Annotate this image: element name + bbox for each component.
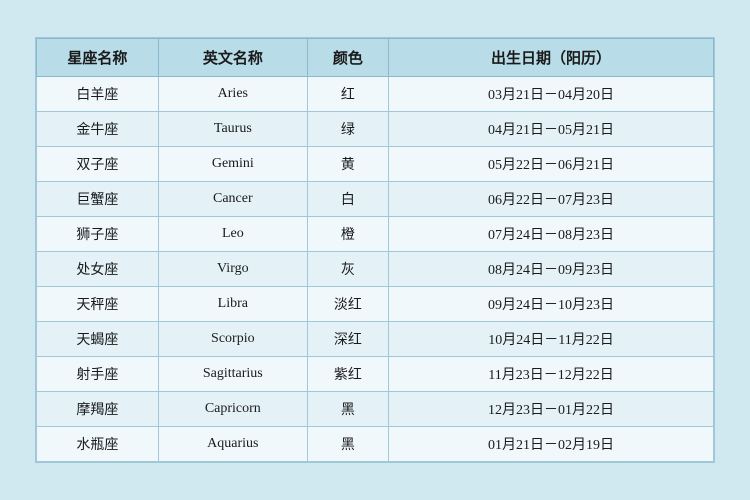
- cell-color: 绿: [307, 112, 388, 147]
- cell-english: Libra: [158, 287, 307, 322]
- cell-english: Capricorn: [158, 392, 307, 427]
- table-row: 狮子座Leo橙07月24日－08月23日: [37, 217, 714, 252]
- table-row: 双子座Gemini黄05月22日－06月21日: [37, 147, 714, 182]
- cell-chinese: 摩羯座: [37, 392, 159, 427]
- table-header-row: 星座名称 英文名称 颜色 出生日期（阳历）: [37, 39, 714, 77]
- cell-color: 紫红: [307, 357, 388, 392]
- cell-color: 黑: [307, 392, 388, 427]
- cell-english: Taurus: [158, 112, 307, 147]
- cell-date: 08月24日－09月23日: [389, 252, 714, 287]
- table-row: 白羊座Aries红03月21日－04月20日: [37, 77, 714, 112]
- cell-chinese: 白羊座: [37, 77, 159, 112]
- cell-date: 03月21日－04月20日: [389, 77, 714, 112]
- cell-date: 01月21日－02月19日: [389, 427, 714, 462]
- cell-date: 04月21日－05月21日: [389, 112, 714, 147]
- header-color: 颜色: [307, 39, 388, 77]
- cell-chinese: 金牛座: [37, 112, 159, 147]
- table-row: 金牛座Taurus绿04月21日－05月21日: [37, 112, 714, 147]
- cell-color: 灰: [307, 252, 388, 287]
- cell-color: 淡红: [307, 287, 388, 322]
- cell-date: 12月23日－01月22日: [389, 392, 714, 427]
- cell-color: 黑: [307, 427, 388, 462]
- cell-english: Sagittarius: [158, 357, 307, 392]
- table-row: 射手座Sagittarius紫红11月23日－12月22日: [37, 357, 714, 392]
- cell-chinese: 天蝎座: [37, 322, 159, 357]
- cell-color: 橙: [307, 217, 388, 252]
- zodiac-table-container: 星座名称 英文名称 颜色 出生日期（阳历） 白羊座Aries红03月21日－04…: [35, 37, 715, 463]
- cell-date: 06月22日－07月23日: [389, 182, 714, 217]
- cell-color: 白: [307, 182, 388, 217]
- zodiac-table: 星座名称 英文名称 颜色 出生日期（阳历） 白羊座Aries红03月21日－04…: [36, 38, 714, 462]
- header-english: 英文名称: [158, 39, 307, 77]
- header-date: 出生日期（阳历）: [389, 39, 714, 77]
- cell-chinese: 处女座: [37, 252, 159, 287]
- cell-english: Leo: [158, 217, 307, 252]
- cell-english: Gemini: [158, 147, 307, 182]
- cell-color: 深红: [307, 322, 388, 357]
- table-row: 摩羯座Capricorn黑12月23日－01月22日: [37, 392, 714, 427]
- table-row: 天蝎座Scorpio深红10月24日－11月22日: [37, 322, 714, 357]
- cell-color: 红: [307, 77, 388, 112]
- cell-chinese: 天秤座: [37, 287, 159, 322]
- table-row: 巨蟹座Cancer白06月22日－07月23日: [37, 182, 714, 217]
- cell-date: 11月23日－12月22日: [389, 357, 714, 392]
- cell-chinese: 狮子座: [37, 217, 159, 252]
- cell-english: Aries: [158, 77, 307, 112]
- cell-chinese: 水瓶座: [37, 427, 159, 462]
- header-chinese: 星座名称: [37, 39, 159, 77]
- cell-date: 09月24日－10月23日: [389, 287, 714, 322]
- cell-date: 10月24日－11月22日: [389, 322, 714, 357]
- table-row: 处女座Virgo灰08月24日－09月23日: [37, 252, 714, 287]
- cell-english: Cancer: [158, 182, 307, 217]
- cell-chinese: 巨蟹座: [37, 182, 159, 217]
- cell-chinese: 双子座: [37, 147, 159, 182]
- table-row: 水瓶座Aquarius黑01月21日－02月19日: [37, 427, 714, 462]
- cell-color: 黄: [307, 147, 388, 182]
- cell-english: Virgo: [158, 252, 307, 287]
- table-row: 天秤座Libra淡红09月24日－10月23日: [37, 287, 714, 322]
- cell-english: Scorpio: [158, 322, 307, 357]
- cell-english: Aquarius: [158, 427, 307, 462]
- cell-date: 05月22日－06月21日: [389, 147, 714, 182]
- cell-chinese: 射手座: [37, 357, 159, 392]
- cell-date: 07月24日－08月23日: [389, 217, 714, 252]
